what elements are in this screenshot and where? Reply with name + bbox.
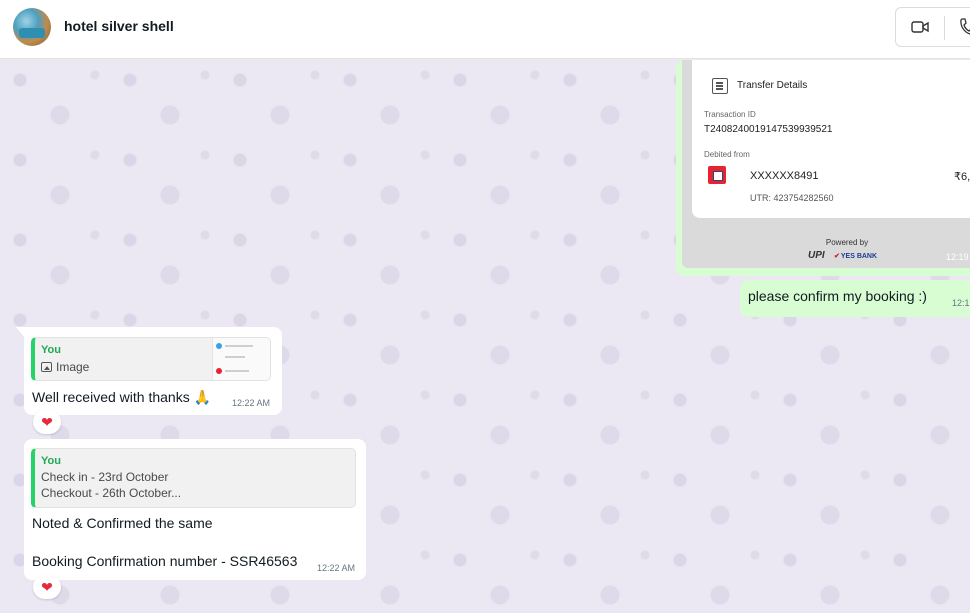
account-number: XXXXXX8491	[750, 170, 819, 182]
message-time: 12:1	[952, 298, 970, 308]
transfer-details-title: Transfer Details	[737, 80, 808, 91]
call-divider	[944, 16, 945, 40]
quoted-reply[interactable]: You Check in - 23rd October Checkout - 2…	[31, 448, 356, 508]
chat-area[interactable]: Transfer Details Transaction ID T2408240…	[0, 60, 970, 613]
call-controls	[895, 7, 970, 47]
video-call-icon[interactable]	[911, 19, 929, 40]
heart-reaction-icon[interactable]: ❤	[33, 575, 61, 599]
quote-thumbnail	[212, 338, 270, 380]
outgoing-text-message[interactable]: please confirm my booking :) 12:1	[740, 280, 970, 317]
message-text: please confirm my booking :)	[748, 288, 927, 304]
bank-logo-icon	[708, 166, 726, 184]
quoted-reply[interactable]: You Image	[31, 337, 271, 381]
outgoing-image-message[interactable]: Transfer Details Transaction ID T2408240…	[676, 60, 970, 276]
message-text: Well received with thanks 🙏	[32, 389, 212, 405]
thumbnail-line	[225, 356, 245, 358]
quote-image-text: Image	[56, 360, 90, 374]
thumbnail-dot	[216, 343, 222, 349]
message-time: 12:22 AM	[232, 398, 271, 408]
thumbnail-line	[225, 345, 253, 347]
heart-reaction-icon[interactable]: ❤	[33, 410, 61, 434]
transaction-id-label: Transaction ID	[704, 110, 756, 119]
incoming-message-2[interactable]: You Check in - 23rd October Checkout - 2…	[24, 439, 366, 580]
message-time: 12:22 AM	[317, 563, 356, 573]
contact-avatar[interactable]	[13, 8, 51, 46]
chat-title[interactable]: hotel silver shell	[64, 18, 174, 34]
image-message-time: 12:19	[946, 252, 969, 262]
quote-author: You	[41, 455, 61, 467]
quote-author: You	[41, 344, 61, 356]
quote-line-1: Check in - 23rd October	[41, 470, 169, 484]
chat-header: hotel silver shell	[0, 0, 970, 59]
powered-by-text: Powered by	[825, 238, 869, 247]
transaction-id-value: T2408240019147539939521	[704, 124, 833, 135]
quote-line-2: Checkout - 26th October...	[41, 486, 182, 500]
voice-call-icon[interactable]	[959, 18, 970, 41]
upi-logo: UPI	[808, 250, 825, 261]
image-icon	[41, 362, 52, 372]
thumbnail-line	[225, 370, 249, 372]
utr-number: UTR: 423754282560	[750, 193, 834, 203]
amount: ₹6,	[954, 171, 970, 183]
incoming-message-1[interactable]: You Image Well received with thanks 🙏 12…	[16, 327, 282, 415]
receipt-card: Transfer Details Transaction ID T2408240…	[692, 60, 970, 218]
thumbnail-dot	[216, 368, 222, 374]
message-text-line-2: Booking Confirmation number - SSR46563	[32, 553, 298, 569]
debited-from-label: Debited from	[704, 150, 750, 159]
quote-image-label: Image	[41, 360, 89, 374]
transfer-details-icon	[712, 78, 728, 94]
message-text-line-1: Noted & Confirmed the same	[32, 515, 213, 531]
yes-bank-logo: YES BANK	[834, 252, 877, 260]
payment-receipt-image[interactable]: Transfer Details Transaction ID T2408240…	[682, 60, 970, 268]
